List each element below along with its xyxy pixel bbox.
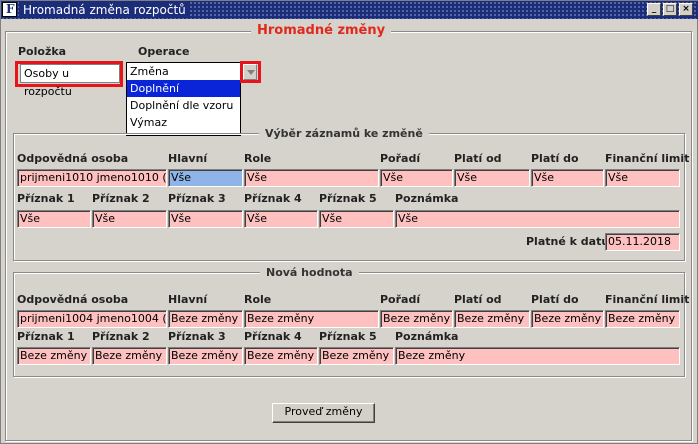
main-window: F Hromadná změna rozpočtů _ □ × Hromadné… bbox=[0, 0, 698, 444]
new-label-priznak-3: Příznak 3 bbox=[168, 330, 226, 343]
filter-poznamka-field[interactable]: Vše bbox=[395, 210, 680, 228]
new-poradi-field[interactable]: Beze změny bbox=[380, 310, 453, 328]
new-poznamka-field[interactable]: Beze změny bbox=[395, 347, 680, 365]
page-title: Hromadné změny bbox=[251, 23, 392, 38]
new-label-priznak-5: Příznak 5 bbox=[319, 330, 377, 343]
filter-label-priznak-4: Příznak 4 bbox=[244, 192, 302, 205]
filter-label-priznak-2: Příznak 2 bbox=[92, 192, 150, 205]
operace-label: Operace bbox=[138, 45, 190, 58]
new-value-section-title: Nová hodnota bbox=[260, 266, 359, 279]
new-priznak-3-field[interactable]: Beze změny bbox=[168, 347, 243, 365]
operace-dropdown-list: Změna Doplnění Doplnění dle vzoru Výmaz bbox=[126, 62, 241, 136]
new-label-poznamka: Poznámka bbox=[395, 330, 459, 343]
minimize-icon[interactable]: _ bbox=[647, 3, 661, 16]
filter-poradi-field[interactable]: Vše bbox=[380, 169, 453, 187]
close-icon[interactable]: × bbox=[679, 3, 693, 16]
filter-label-priznak-5: Příznak 5 bbox=[319, 192, 377, 205]
new-label-plati-od: Platí od bbox=[454, 293, 502, 306]
platne-k-datu-label: Platné k datu bbox=[526, 235, 610, 248]
filter-label-poradi: Pořadí bbox=[380, 152, 421, 165]
filter-priznak-4-field[interactable]: Vše bbox=[244, 210, 318, 228]
filter-label-priznak-3: Příznak 3 bbox=[168, 192, 226, 205]
new-priznak-4-field[interactable]: Beze změny bbox=[244, 347, 318, 365]
platne-k-datu-field[interactable]: 05.11.2018 bbox=[605, 233, 680, 251]
filter-label-hlavni: Hlavní bbox=[168, 152, 208, 165]
polozka-label: Položka bbox=[18, 45, 67, 58]
new-label-plati-do: Platí do bbox=[531, 293, 579, 306]
new-label-poradi: Pořadí bbox=[380, 293, 421, 306]
operace-option-doplneni[interactable]: Doplnění bbox=[127, 80, 240, 97]
new-label-priznak-2: Příznak 2 bbox=[92, 330, 150, 343]
new-financni-limit-field[interactable]: Beze změny bbox=[605, 310, 680, 328]
filter-priznak-2-field[interactable]: Vše bbox=[92, 210, 167, 228]
polozka-select[interactable]: Osoby u rozpočtu bbox=[20, 64, 120, 98]
filter-hlavni-field[interactable]: Vše bbox=[168, 169, 243, 187]
filter-plati-do-field[interactable]: Vše bbox=[531, 169, 604, 187]
new-role-field[interactable]: Beze změny bbox=[244, 310, 379, 328]
new-odpovedna-osoba-field[interactable]: prijmeni1004 jmeno1004 (1656 bbox=[17, 310, 167, 328]
new-label-priznak-1: Příznak 1 bbox=[17, 330, 75, 343]
filter-label-priznak-1: Příznak 1 bbox=[17, 192, 75, 205]
form-content: Hromadné změny Položka Operace Osoby u r… bbox=[4, 21, 695, 442]
operace-option-vymaz[interactable]: Výmaz bbox=[127, 114, 240, 131]
operace-option-doplneni-dle-vzoru[interactable]: Doplnění dle vzoru bbox=[127, 97, 240, 114]
new-label-priznak-4: Příznak 4 bbox=[244, 330, 302, 343]
new-label-financni-limit: Finanční limit bbox=[605, 293, 690, 306]
filter-label-odpovedna-osoba: Odpovědná osoba bbox=[17, 152, 129, 165]
title-bar: F Hromadná změna rozpočtů _ □ × bbox=[1, 1, 698, 19]
new-plati-od-field[interactable]: Beze změny bbox=[454, 310, 530, 328]
new-label-role: Role bbox=[244, 293, 272, 306]
filter-label-plati-od: Platí od bbox=[454, 152, 502, 165]
new-plati-do-field[interactable]: Beze změny bbox=[531, 310, 604, 328]
submit-changes-button[interactable]: Proveď změny bbox=[272, 403, 375, 423]
maximize-icon[interactable]: □ bbox=[663, 3, 677, 16]
operace-option-zmena[interactable]: Změna bbox=[127, 63, 240, 80]
new-hlavni-field[interactable]: Beze změny bbox=[168, 310, 243, 328]
new-priznak-2-field[interactable]: Beze změny bbox=[92, 347, 167, 365]
window-title: Hromadná změna rozpočtů bbox=[19, 2, 190, 18]
filter-priznak-3-field[interactable]: Vše bbox=[168, 210, 243, 228]
new-label-hlavni: Hlavní bbox=[168, 293, 208, 306]
filter-label-financni-limit: Finanční limit bbox=[605, 152, 690, 165]
chevron-down-icon[interactable] bbox=[243, 64, 257, 80]
new-label-odpovedna-osoba: Odpovědná osoba bbox=[17, 293, 129, 306]
filter-section-title: Výběr záznamů ke změně bbox=[259, 127, 429, 140]
filter-plati-od-field[interactable]: Vše bbox=[454, 169, 530, 187]
filter-financni-limit-field[interactable]: Vše bbox=[605, 169, 680, 187]
filter-odpovedna-osoba-field[interactable]: prijmeni1010 jmeno1010 (3546 bbox=[17, 169, 167, 187]
filter-label-poznamka: Poznámka bbox=[395, 192, 459, 205]
filter-label-plati-do: Platí do bbox=[531, 152, 579, 165]
app-icon: F bbox=[2, 2, 17, 17]
new-priznak-5-field[interactable]: Beze změny bbox=[319, 347, 394, 365]
filter-label-role: Role bbox=[244, 152, 272, 165]
filter-role-field[interactable]: Vše bbox=[244, 169, 379, 187]
new-priznak-1-field[interactable]: Beze změny bbox=[17, 347, 91, 365]
filter-priznak-5-field[interactable]: Vše bbox=[319, 210, 394, 228]
filter-priznak-1-field[interactable]: Vše bbox=[17, 210, 91, 228]
